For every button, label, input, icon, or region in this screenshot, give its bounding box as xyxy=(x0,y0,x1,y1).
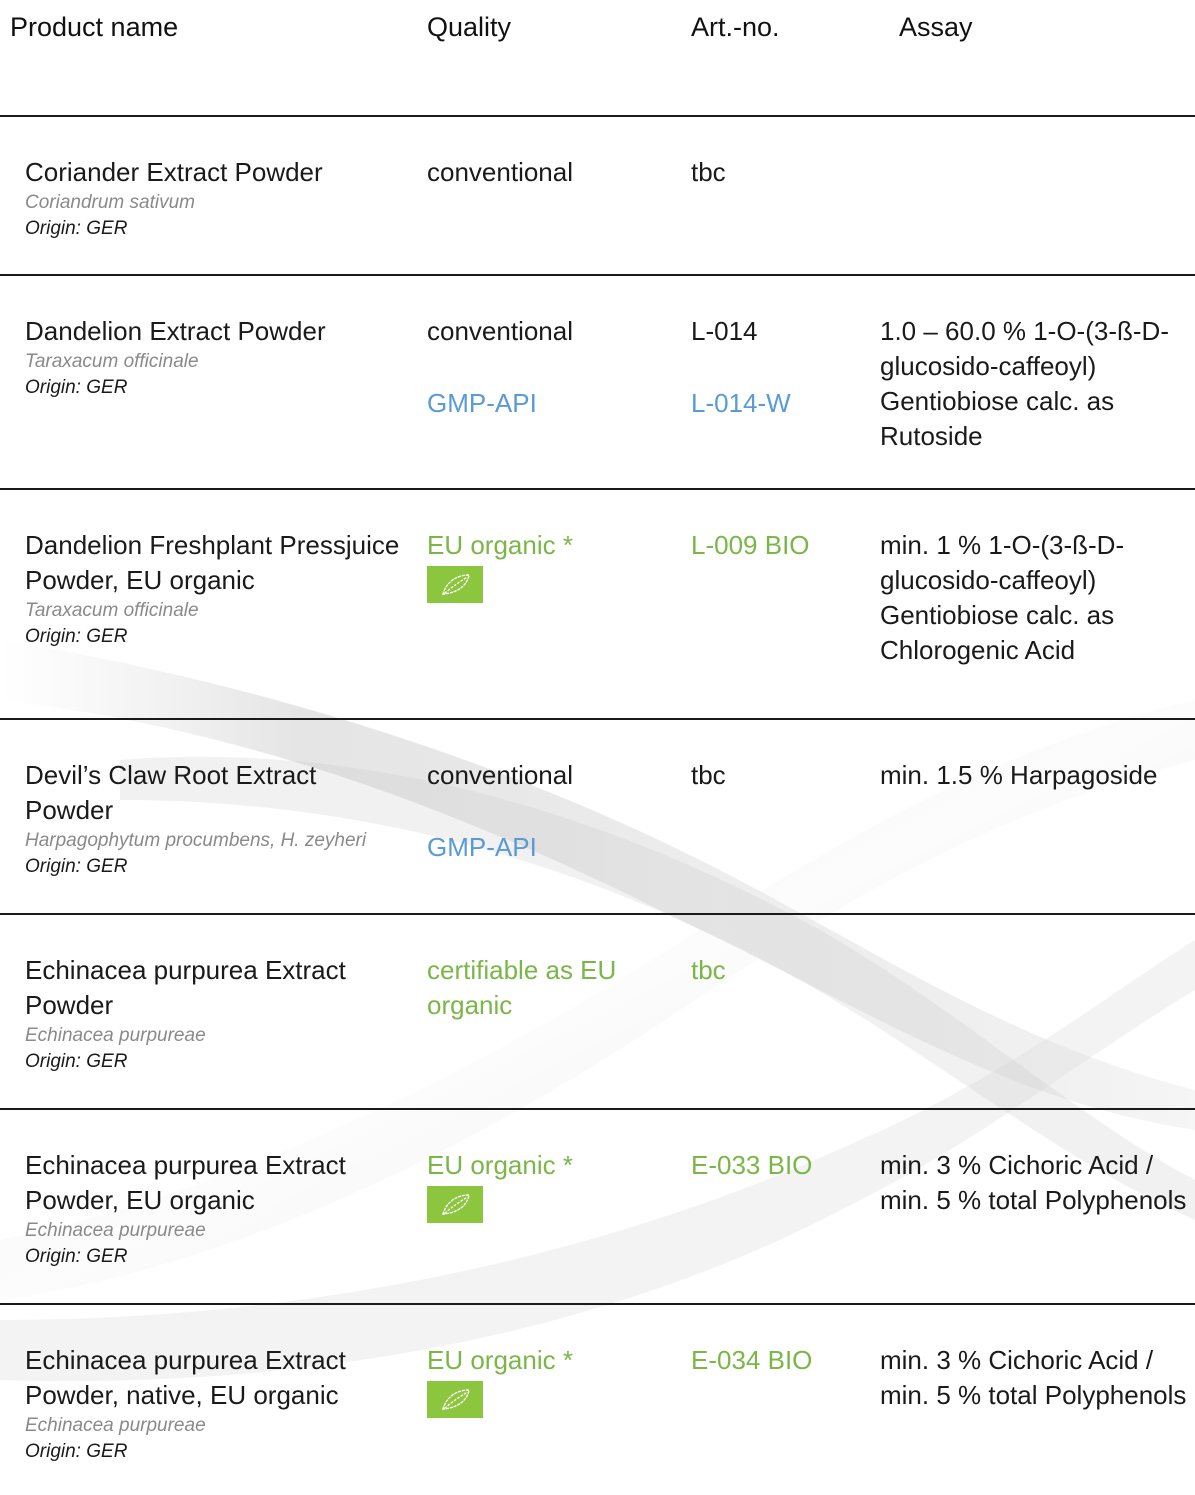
assay-cell: min. 1.5 % Harpagoside xyxy=(880,760,1158,790)
quality-gmp-api: GMP-API xyxy=(427,388,537,418)
latin-name: Harpagophytum procumbens, H. zeyheri xyxy=(25,830,367,851)
header-product-name: Product name xyxy=(10,12,179,42)
quality-cell: conventional GMP-API xyxy=(427,314,667,421)
header-art-no: Art.-no. xyxy=(691,12,780,42)
product-name-cell: Dandelion Extract Powder Taraxacum offic… xyxy=(25,314,405,400)
origin: Origin: GER xyxy=(25,1051,128,1072)
table-row: Coriander Extract Powder Coriandrum sati… xyxy=(0,115,1195,277)
art-no-value: tbc xyxy=(691,760,726,790)
latin-name: Echinacea purpureae xyxy=(25,1415,206,1436)
eu-organic-leaf-icon xyxy=(427,1381,483,1418)
product-table: Product name Quality Art.-no. Assay Cori… xyxy=(0,0,1195,1493)
quality-cell: certifiable as EU organic xyxy=(427,953,627,1023)
quality-value: conventional xyxy=(427,157,573,187)
assay-cell: min. 3 % Cichoric Acid / min. 5 % total … xyxy=(880,1345,1187,1410)
quality-gmp-api: GMP-API xyxy=(427,832,537,862)
art-no-value: E-033 BIO xyxy=(691,1150,813,1180)
origin: Origin: GER xyxy=(25,1441,128,1462)
product-name: Dandelion Freshplant Pressjuice Powder, … xyxy=(25,530,400,595)
table-row: Dandelion Extract Powder Taraxacum offic… xyxy=(0,274,1195,491)
latin-name: Taraxacum officinale xyxy=(25,351,199,372)
origin: Origin: GER xyxy=(25,218,128,239)
art-no-value: tbc xyxy=(691,157,726,187)
table-row: Dandelion Freshplant Pressjuice Powder, … xyxy=(0,488,1195,720)
assay-cell: 1.0 – 60.0 % 1-O-(3-ß-D-glucosido-caffeo… xyxy=(880,316,1169,451)
art-no-gmp: L-014-W xyxy=(691,388,791,418)
product-name: Echinacea purpurea Extract Powder, nativ… xyxy=(25,1345,346,1410)
product-name: Dandelion Extract Powder xyxy=(25,316,326,346)
table-row: Echinacea purpurea Extract Powder, EU or… xyxy=(0,1108,1195,1305)
art-no-cell: L-014 L-014-W xyxy=(691,314,871,421)
table-row: Echinacea purpurea Extract Powder Echina… xyxy=(0,913,1195,1110)
product-name: Echinacea purpurea Extract Powder xyxy=(25,955,346,1020)
quality-cell: conventional GMP-API xyxy=(427,758,667,865)
origin: Origin: GER xyxy=(25,626,128,647)
product-name-cell: Coriander Extract Powder Coriandrum sati… xyxy=(25,155,405,241)
eu-organic-leaf-icon xyxy=(427,1186,483,1223)
quality-value: conventional xyxy=(427,316,573,346)
latin-name: Coriandrum sativum xyxy=(25,192,195,213)
latin-name: Echinacea purpureae xyxy=(25,1025,206,1046)
art-no-cell: E-034 BIO xyxy=(691,1343,871,1378)
art-no-cell: E-033 BIO xyxy=(691,1148,871,1183)
table-header: Product name Quality Art.-no. Assay xyxy=(0,12,1195,52)
art-no-cell: tbc xyxy=(691,758,871,793)
header-assay: Assay xyxy=(899,12,973,42)
latin-name: Taraxacum officinale xyxy=(25,600,199,621)
origin: Origin: GER xyxy=(25,1246,128,1267)
assay-cell: min. 3 % Cichoric Acid / min. 5 % total … xyxy=(880,1150,1187,1215)
art-no-cell: tbc xyxy=(691,155,871,190)
quality-value: certifiable as EU organic xyxy=(427,955,617,1020)
header-quality: Quality xyxy=(427,12,512,42)
product-name-cell: Echinacea purpurea Extract Powder, nativ… xyxy=(25,1343,405,1464)
quality-cell: EU organic * xyxy=(427,1343,667,1418)
latin-name: Echinacea purpureae xyxy=(25,1220,206,1241)
quality-cell: conventional xyxy=(427,155,667,190)
product-name-cell: Echinacea purpurea Extract Powder Echina… xyxy=(25,953,405,1074)
product-name: Echinacea purpurea Extract Powder, EU or… xyxy=(25,1150,346,1215)
quality-value: EU organic * xyxy=(427,530,573,560)
eu-organic-leaf-icon xyxy=(427,566,483,603)
table-row: Devil’s Claw Root Extract Powder Harpago… xyxy=(0,718,1195,915)
art-no-value: L-014 xyxy=(691,316,758,346)
origin: Origin: GER xyxy=(25,856,128,877)
art-no-value: L-009 BIO xyxy=(691,530,810,560)
quality-value: EU organic * xyxy=(427,1345,573,1375)
product-name-cell: Devil’s Claw Root Extract Powder Harpago… xyxy=(25,758,405,879)
art-no-cell: tbc xyxy=(691,953,871,988)
table-row: Echinacea purpurea Extract Powder, nativ… xyxy=(0,1303,1195,1495)
quality-value: conventional xyxy=(427,760,573,790)
assay-cell: min. 1 % 1-O-(3-ß-D-glucosido-caffeoyl) … xyxy=(880,530,1125,665)
quality-value: EU organic * xyxy=(427,1150,573,1180)
product-name: Devil’s Claw Root Extract Powder xyxy=(25,760,317,825)
product-name-cell: Echinacea purpurea Extract Powder, EU or… xyxy=(25,1148,405,1269)
quality-cell: EU organic * xyxy=(427,528,667,603)
art-no-cell: L-009 BIO xyxy=(691,528,871,563)
quality-cell: EU organic * xyxy=(427,1148,667,1223)
art-no-value: E-034 BIO xyxy=(691,1345,813,1375)
art-no-value: tbc xyxy=(691,955,726,985)
origin: Origin: GER xyxy=(25,377,128,398)
product-name-cell: Dandelion Freshplant Pressjuice Powder, … xyxy=(25,528,405,649)
product-name: Coriander Extract Powder xyxy=(25,157,323,187)
